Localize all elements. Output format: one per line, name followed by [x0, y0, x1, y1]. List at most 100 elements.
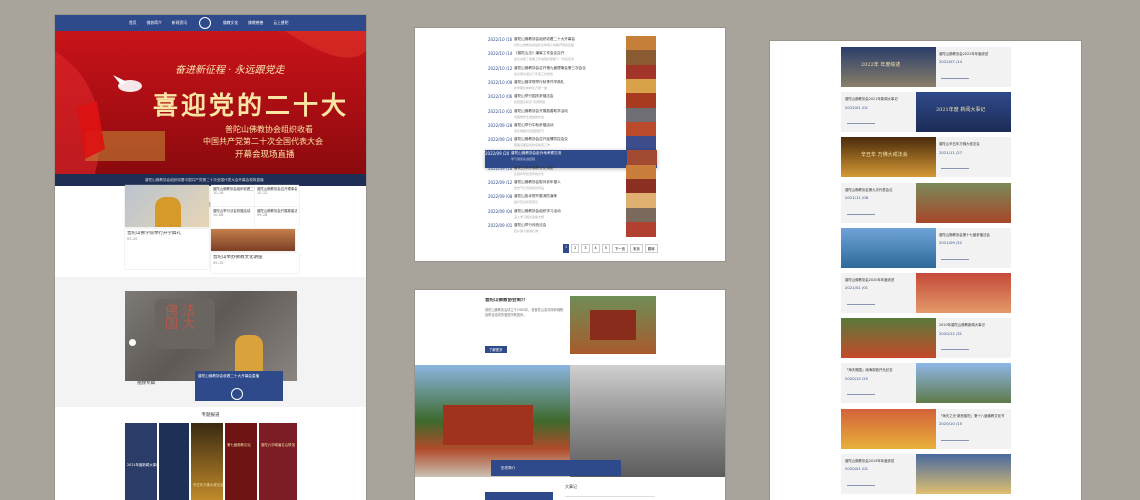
news-row-thumbnail[interactable] [626, 136, 656, 152]
annal-row[interactable]: 「海天佛国」南海观音开光纪念 2020/10 /25 [841, 363, 1011, 404]
ticker-text: 普陀山佛教协会组织收看中国共产党第二十次全国代表大会开幕会现场直播 [145, 178, 264, 182]
annal-more-arrow[interactable] [847, 304, 875, 305]
annal-image[interactable] [841, 227, 936, 268]
special-item-2[interactable] [159, 423, 189, 500]
video-thumbnail[interactable]: 佛 法国 大 [125, 291, 297, 381]
news-row-thumbnail[interactable] [626, 36, 656, 51]
special-item-label: 辛丑年万佛大戒法会 [193, 483, 224, 487]
annal-more-arrow[interactable] [847, 484, 875, 486]
news-row-thumbnail[interactable] [626, 50, 656, 66]
hero-banner[interactable]: 奋进新征程 · 永远跟党走 喜迎党的二十大 普陀山佛教协会组织收看 中国共产党第… [55, 31, 366, 174]
special-item-1[interactable]: 2021年度新闻大事记 [125, 423, 159, 500]
special-item-4[interactable]: 第七届佛教论坛 [225, 423, 257, 500]
annal-more-arrow[interactable] [847, 213, 875, 215]
annal-date: 2021/11 /27 [939, 149, 963, 155]
annal-image[interactable] [916, 453, 1011, 494]
news-card-3[interactable]: 普陀山举行法会祈福活动 10-08 [211, 207, 257, 229]
news-row-thumbnail[interactable] [626, 121, 656, 137]
news-row-thumbnail[interactable] [626, 78, 656, 94]
annal-date: 2021/11 /08 [845, 195, 869, 201]
temple-image[interactable] [570, 296, 656, 354]
nav-item-cloud[interactable]: 云上普陀 [273, 20, 288, 26]
page-5[interactable]: 5 [601, 244, 610, 253]
annal-row[interactable]: 「海天之光·慈悲普陀」第十八届佛教文化节 2020/10 /15 [841, 408, 1011, 449]
annal-image[interactable] [916, 273, 1011, 313]
history-caption-box[interactable]: 历史简介 [491, 460, 621, 476]
next-page[interactable]: 下一页 [611, 244, 629, 253]
annal-row[interactable]: 普陀山佛教协会2019年年度综述 2020/01 /01 [841, 453, 1011, 494]
video-play-circle-icon[interactable] [231, 388, 243, 400]
temple-building [590, 310, 636, 340]
page-4[interactable]: 4 [591, 244, 600, 253]
video-caption-box[interactable]: 普陀山佛教协会收看二十大开幕会直播 [195, 371, 283, 401]
annal-title: 普陀山佛教协会2021年新闻大事记 [845, 97, 898, 102]
last-page[interactable]: 末页 [630, 244, 643, 253]
site-logo[interactable] [198, 17, 211, 29]
annal-image[interactable] [841, 408, 936, 449]
news-row-thumbnail[interactable] [626, 64, 656, 80]
jump-page[interactable]: 跳转 [644, 244, 658, 253]
annal-more-arrow[interactable] [941, 439, 969, 441]
annal-more-arrow[interactable] [847, 394, 875, 396]
annal-date: 2021/01 /01 [845, 285, 869, 291]
annal-image[interactable]: 2021年度 新闻大事记 [916, 92, 1011, 133]
news-row-thumbnail[interactable] [626, 221, 656, 237]
news-row-summary: 向困难学生发放助学金 [514, 114, 545, 119]
news-card-2[interactable]: 普陀山佛教协会召开理事会议 10-12 [255, 185, 299, 209]
annal-row[interactable]: 2022年 年度综述 普陀山佛教协会2022年年度综述 2022/07 /14 [841, 47, 1011, 87]
milestone-tab[interactable] [485, 492, 553, 500]
news-image-2[interactable] [211, 229, 295, 251]
news-row-thumbnail[interactable] [626, 179, 656, 194]
nav-item-home[interactable]: 首页 [129, 20, 137, 26]
news-row[interactable]: 2022/09 /01 普陀山举行传统法会 四众弟子虔诚礼佛 [488, 221, 656, 240]
annal-row[interactable]: 普陀山佛教协会第十七届祈福法会 2021/09 /22 [841, 227, 1011, 268]
news-row-thumbnail[interactable] [626, 107, 656, 123]
nav-item-about[interactable]: 佛协简介 [147, 20, 162, 26]
news-row-thumbnail[interactable] [626, 207, 656, 223]
page-3[interactable]: 3 [581, 244, 590, 253]
annal-more-arrow[interactable] [941, 168, 969, 170]
annal-row[interactable]: 辛丑年 万佛大戒法会 普陀山辛丑年万佛大戒法会 2021/11 /27 [841, 137, 1011, 178]
annal-image[interactable] [841, 318, 936, 359]
news-card-4[interactable]: 普陀山佛教协会开展慈善活动 09-28 [255, 207, 299, 229]
news-row-thumbnail[interactable] [626, 164, 656, 180]
learn-more-button[interactable]: 了解更多 [485, 346, 507, 353]
annal-image[interactable]: 2022年 年度综述 [841, 47, 936, 87]
about-title: 普陀山佛教协会简介 [485, 298, 526, 303]
news-card-1[interactable]: 普陀山佛教协会组织收看二十大开幕会 10-16 [211, 185, 257, 209]
annal-more-arrow[interactable] [847, 123, 875, 125]
annal-row[interactable]: 2021年度 新闻大事记 普陀山佛教协会2021年新闻大事记 2022/01 /01 [841, 92, 1011, 133]
nav-item-charity[interactable]: 佛教慈善 [248, 20, 263, 26]
news-row-summary: 新学期全体师生齐聚一堂 [514, 85, 548, 90]
news-row-thumbnail[interactable] [626, 193, 656, 209]
news-row-summary: 祈愿国泰民安 风调雨顺 [514, 100, 545, 105]
news-row-thumbnail[interactable] [626, 93, 656, 109]
nav-item-culture[interactable]: 佛教文化 [223, 20, 238, 26]
annal-more-arrow[interactable] [941, 258, 969, 260]
news-row-date: 2022/10 /16 [488, 37, 513, 42]
annal-more-arrow[interactable] [941, 78, 969, 79]
annal-more-arrow[interactable] [941, 349, 969, 351]
history-caption: 历史简介 [501, 466, 516, 470]
news-row-date: 2022/10 /02 [488, 108, 513, 114]
annal-image[interactable]: 辛丑年 万佛大戒法会 [841, 137, 936, 178]
annal-image[interactable] [916, 182, 1011, 223]
news-row-summary: 学习借鉴先进经验 [511, 157, 536, 162]
annal-row[interactable]: 普陀山佛教协会第九次代表会议 2021/11 /08 [841, 182, 1011, 223]
news-card-5[interactable]: 普陀山佛学院举行开学典礼 09-20 [125, 229, 209, 269]
page-2[interactable]: 2 [571, 244, 580, 253]
video-section-label: 视频专辑 [137, 381, 155, 386]
news-row-title: 普陀山佛学院举行秋季开学典礼 [514, 79, 565, 84]
annal-image-text: 辛丑年 万佛大戒法会 [861, 152, 908, 159]
special-item-5[interactable]: 普陀九华峨眉名山联谊 [259, 423, 297, 500]
annal-row[interactable]: 普陀山佛教协会2020年年度综述 2021/01 /01 [841, 273, 1011, 313]
play-icon[interactable] [129, 339, 136, 346]
news-card-6[interactable]: 普陀山举办佛教文化讲座 09-15 [211, 253, 299, 273]
special-item-3[interactable]: 辛丑年万佛大戒法会 [191, 423, 224, 500]
nav-item-news[interactable]: 新闻资讯 [172, 20, 187, 26]
annal-row[interactable]: 2020年普陀山佛教新闻大事记 2020/12 /31 [841, 318, 1011, 359]
page-1[interactable]: 1 [563, 244, 570, 253]
news-featured-image[interactable] [125, 185, 209, 227]
news-row-thumbnail[interactable] [627, 150, 657, 166]
annal-image[interactable] [916, 363, 1011, 404]
